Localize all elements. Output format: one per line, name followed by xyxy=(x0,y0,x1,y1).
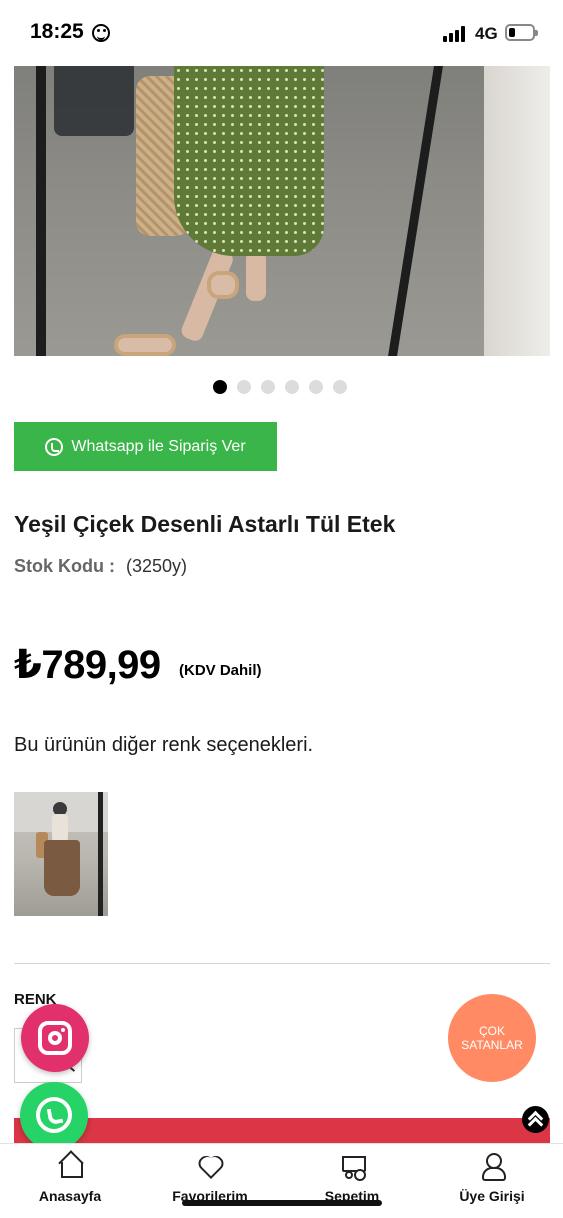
whatsapp-order-button[interactable]: Whatsapp ile Sipariş Ver xyxy=(14,422,277,471)
product-price: ₺789,99 xyxy=(14,643,161,687)
product-title: Yeşil Çiçek Desenli Astarlı Tül Etek xyxy=(14,511,396,537)
battery-icon xyxy=(505,24,538,41)
instagram-icon xyxy=(38,1021,72,1055)
nav-item-login[interactable]: Üye Girişi xyxy=(432,1152,552,1212)
home-indicator xyxy=(182,1200,382,1206)
nav-label: Anasayfa xyxy=(38,1188,102,1204)
scroll-top-button[interactable] xyxy=(522,1106,549,1133)
instagram-button[interactable] xyxy=(21,1004,89,1072)
stock-code-value: (3250y) xyxy=(126,556,188,576)
best-sellers-label: ÇOK SATANLAR xyxy=(461,1024,523,1052)
vat-note: (KDV Dahil) xyxy=(179,662,262,679)
carousel-dot[interactable] xyxy=(333,380,347,394)
status-bar: 18:25 4G xyxy=(0,0,563,64)
stock-code-label: Stok Kodu : xyxy=(14,556,115,576)
whatsapp-float-button[interactable] xyxy=(20,1082,88,1150)
whatsapp-icon xyxy=(36,1097,72,1133)
whatsapp-icon xyxy=(45,437,64,456)
signal-icon xyxy=(443,26,469,42)
divider xyxy=(14,963,550,964)
cart-icon xyxy=(339,1152,366,1179)
add-to-cart-bar[interactable] xyxy=(14,1118,550,1144)
bottom-nav: Anasayfa Favorilerim Sepetim Üye Girişi xyxy=(0,1143,563,1218)
carousel-dot[interactable] xyxy=(309,380,323,394)
carousel-dot[interactable] xyxy=(285,380,299,394)
heart-icon xyxy=(197,1152,223,1178)
carousel-dot[interactable] xyxy=(213,380,227,394)
other-colors-heading: Bu ürünün diğer renk seçenekleri. xyxy=(14,734,314,756)
color-variant-thumbnail[interactable] xyxy=(14,792,108,916)
nav-label: Üye Girişi xyxy=(459,1188,525,1204)
carousel-dot[interactable] xyxy=(261,380,275,394)
carousel-dot[interactable] xyxy=(237,380,251,394)
smiley-icon xyxy=(92,24,110,42)
user-icon xyxy=(479,1152,506,1181)
product-image[interactable] xyxy=(14,66,550,356)
whatsapp-order-label: Whatsapp ile Sipariş Ver xyxy=(71,437,246,455)
carousel-dots xyxy=(213,380,347,394)
status-time: 18:25 xyxy=(30,20,84,43)
home-icon xyxy=(57,1152,83,1178)
nav-item-home[interactable]: Anasayfa xyxy=(10,1152,130,1212)
best-sellers-button[interactable]: ÇOK SATANLAR xyxy=(448,994,536,1082)
network-type: 4G xyxy=(475,24,498,43)
